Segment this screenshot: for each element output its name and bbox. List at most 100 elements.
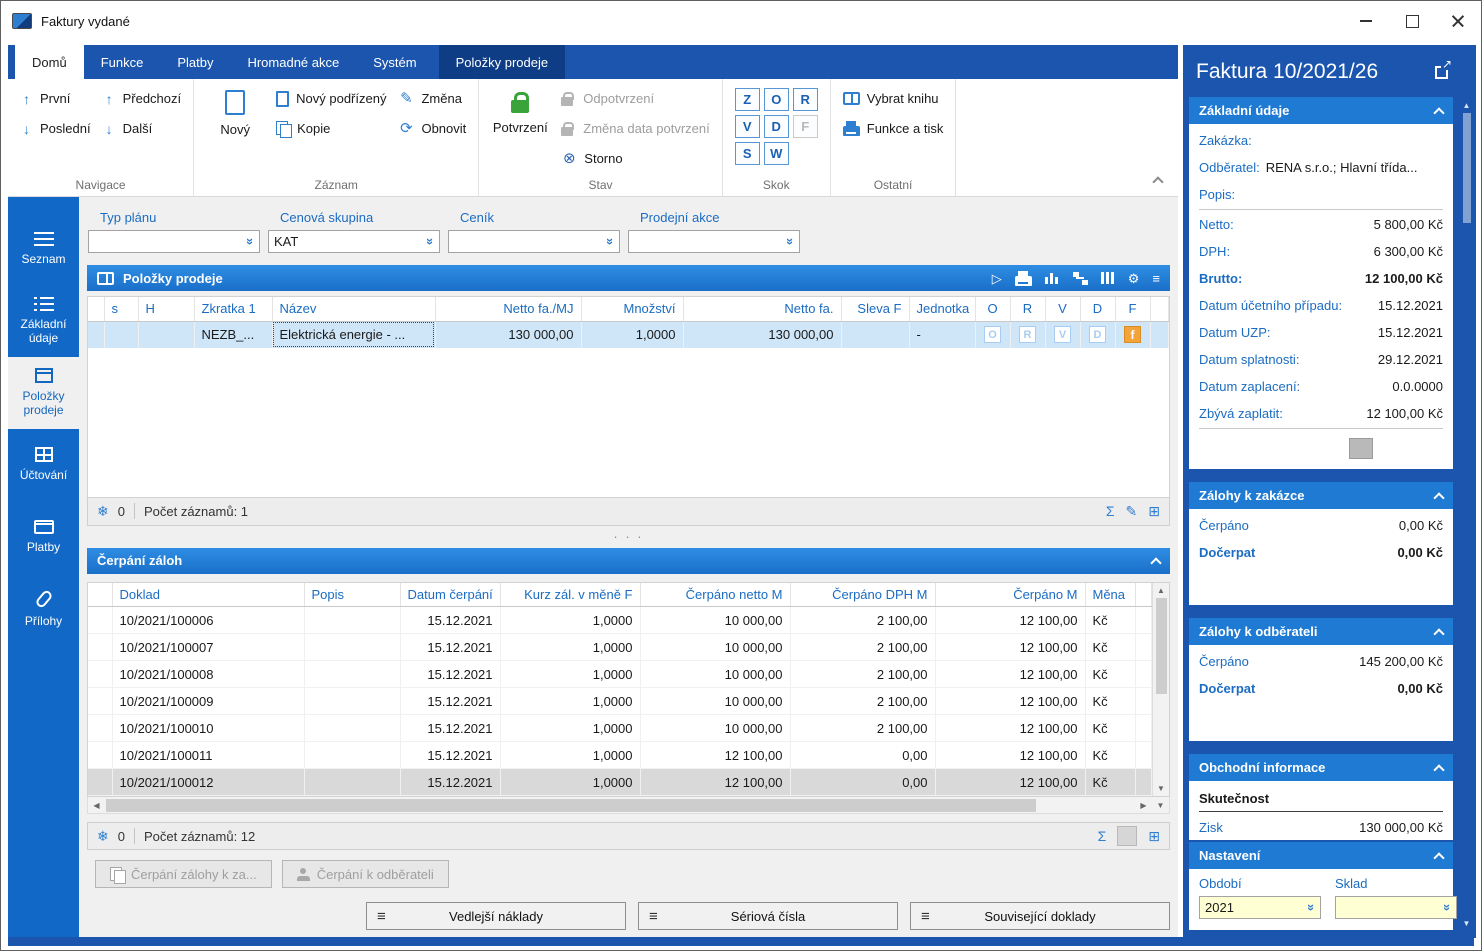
typ-planu-combobox[interactable]: »: [88, 230, 260, 253]
minimize-icon[interactable]: [1343, 1, 1389, 41]
jump-button-w[interactable]: W: [763, 142, 789, 165]
edit-icon[interactable]: ✎: [1126, 504, 1138, 518]
table-row[interactable]: 10/2021/100007 15.12.2021 1,0000 10 000,00 2…: [88, 633, 1152, 661]
cenik-combobox[interactable]: »: [448, 230, 620, 253]
new-child-button[interactable]: Nový podřízený: [276, 88, 386, 109]
edit-icon-disabled[interactable]: [1117, 826, 1138, 846]
sklad-combobox[interactable]: »: [1335, 896, 1457, 919]
close-icon[interactable]: [1435, 1, 1481, 41]
maximize-icon[interactable]: [1389, 1, 1435, 41]
tab-system[interactable]: Systém: [356, 45, 433, 79]
column-header[interactable]: F: [1115, 297, 1151, 322]
copy-button[interactable]: Kopie: [276, 118, 386, 139]
section-header[interactable]: Zálohy k zakázce: [1189, 482, 1453, 509]
last-button[interactable]: ↓ Poslední: [20, 118, 91, 139]
cerpani-k-odberateli-button[interactable]: Čerpání k odběrateli: [281, 860, 449, 888]
ribbon-collapse-icon[interactable]: [1152, 176, 1164, 188]
column-header[interactable]: Doklad: [112, 582, 305, 607]
jump-button-s[interactable]: S: [734, 142, 760, 165]
collapse-icon[interactable]: [1433, 106, 1445, 119]
panel-splitter[interactable]: · · ·: [79, 526, 1178, 548]
confirm-button[interactable]: Potvrzení: [491, 88, 549, 135]
table-row[interactable]: 10/2021/100010 15.12.2021 1,0000 10 000,00 2…: [88, 714, 1152, 742]
sidebar-item-prilohy[interactable]: Přílohy: [8, 573, 79, 645]
new-button[interactable]: Nový: [206, 88, 264, 137]
scroll-down-icon[interactable]: ▼: [1152, 801, 1169, 810]
first-button[interactable]: ↑ První: [20, 88, 91, 109]
unconfirm-button[interactable]: Odpotvrzení: [561, 88, 709, 109]
scroll-down-icon[interactable]: ▼: [1157, 784, 1165, 793]
prodejni-akce-combobox[interactable]: »: [628, 230, 800, 253]
table-row[interactable]: NEZB_... Elektrická energie - ... 130 00…: [88, 321, 1169, 348]
column-header[interactable]: Netto fa./MJ: [435, 297, 582, 322]
collapse-icon[interactable]: [1433, 763, 1445, 776]
jump-button-z[interactable]: Z: [734, 88, 760, 111]
table-row[interactable]: 10/2021/100011 15.12.2021 1,0000 12 100,00 0…: [88, 741, 1152, 769]
scrollbar-thumb[interactable]: [1462, 113, 1471, 223]
column-header[interactable]: Sleva F: [841, 297, 910, 322]
add-record-icon[interactable]: ⊞: [1148, 829, 1160, 843]
horizontal-scrollbar[interactable]: ◀ ▶ ▼: [87, 797, 1170, 814]
tab-polozky-prodeje[interactable]: Položky prodeje: [438, 45, 566, 79]
table-row[interactable]: 10/2021/100008 15.12.2021 1,0000 10 000,00 2…: [88, 660, 1152, 688]
snowflake-icon[interactable]: ❄: [97, 504, 109, 518]
jump-button-o[interactable]: O: [763, 88, 789, 111]
column-header[interactable]: V: [1045, 297, 1081, 322]
jump-button-d[interactable]: D: [763, 115, 789, 138]
column-header[interactable]: R: [1010, 297, 1046, 322]
cenova-skupina-combobox[interactable]: KAT »: [268, 230, 440, 253]
select-book-button[interactable]: Vybrat knihu: [842, 88, 944, 109]
snowflake-icon[interactable]: ❄: [97, 829, 109, 843]
color-swatch[interactable]: [1349, 438, 1373, 459]
table-row[interactable]: 10/2021/100012 15.12.2021 1,0000 12 100,00 0…: [88, 768, 1152, 796]
sum-icon[interactable]: Σ: [1098, 829, 1107, 843]
functions-print-button[interactable]: Funkce a tisk: [842, 118, 943, 139]
scroll-up-icon[interactable]: ▲: [1157, 586, 1165, 595]
column-header[interactable]: Název: [272, 297, 436, 322]
obdobi-combobox[interactable]: 2021 »: [1199, 896, 1321, 919]
scroll-up-icon[interactable]: ▲: [1463, 101, 1471, 110]
refresh-button[interactable]: ⟳ Obnovit: [398, 118, 466, 139]
tab-platby[interactable]: Platby: [160, 45, 230, 79]
cerpani-zalohy-k-zakazce-button[interactable]: Čerpání zálohy k za...: [95, 860, 272, 888]
collapse-icon[interactable]: [1433, 627, 1445, 640]
section-header[interactable]: Zálohy k odběrateli: [1189, 618, 1453, 645]
column-header[interactable]: D: [1080, 297, 1116, 322]
sidebar-item-seznam[interactable]: Seznam: [8, 213, 79, 285]
scrollbar-thumb[interactable]: [106, 798, 1036, 812]
column-header[interactable]: Kurz zál. v měně F: [500, 582, 641, 607]
collapse-icon[interactable]: [1433, 491, 1445, 504]
scroll-down-icon[interactable]: ▼: [1463, 919, 1471, 928]
vedlejsi-naklady-button[interactable]: ≡ Vedlejší náklady: [366, 902, 626, 930]
section-header[interactable]: Nastavení: [1189, 842, 1453, 869]
column-header[interactable]: Čerpáno DPH M: [790, 582, 936, 607]
next-button[interactable]: ↓ Další: [103, 118, 182, 139]
column-header[interactable]: O: [975, 297, 1011, 322]
section-header[interactable]: Základní údaje: [1189, 97, 1453, 124]
table-row[interactable]: 10/2021/100009 15.12.2021 1,0000 10 000,00 2…: [88, 687, 1152, 715]
column-header[interactable]: Popis: [304, 582, 401, 607]
detail-scrollbar[interactable]: ▲ ▼: [1460, 101, 1473, 928]
column-header[interactable]: Datum čerpání: [400, 582, 501, 607]
sidebar-item-polozky-prodeje[interactable]: Položky prodeje: [8, 357, 79, 429]
column-header[interactable]: Netto fa.: [683, 297, 842, 322]
sum-icon[interactable]: Σ: [1106, 504, 1115, 518]
change-confirm-date-button[interactable]: Změna data potvrzení: [561, 118, 710, 139]
column-header[interactable]: H: [138, 297, 195, 322]
chart-icon[interactable]: [1044, 272, 1060, 284]
tab-domu[interactable]: Domů: [15, 45, 84, 79]
add-record-icon[interactable]: ⊞: [1148, 504, 1160, 518]
seriova-cisla-button[interactable]: ≡ Sériová čísla: [638, 902, 898, 930]
column-header[interactable]: Zkratka 1: [194, 297, 273, 322]
scroll-left-icon[interactable]: ◀: [88, 801, 105, 810]
section-header[interactable]: Obchodní informace: [1189, 754, 1453, 781]
collapse-icon[interactable]: [1150, 556, 1162, 569]
tab-funkce[interactable]: Funkce: [84, 45, 161, 79]
column-header[interactable]: Čerpáno netto M: [640, 582, 791, 607]
previous-button[interactable]: ↑ Předchozí: [103, 88, 182, 109]
column-header[interactable]: Čerpáno M: [935, 582, 1086, 607]
column-header[interactable]: Jednotka: [909, 297, 976, 322]
jump-button-r[interactable]: R: [792, 88, 818, 111]
open-external-icon[interactable]: [1435, 57, 1453, 79]
vertical-scrollbar[interactable]: ▲ ▼: [1152, 582, 1169, 796]
